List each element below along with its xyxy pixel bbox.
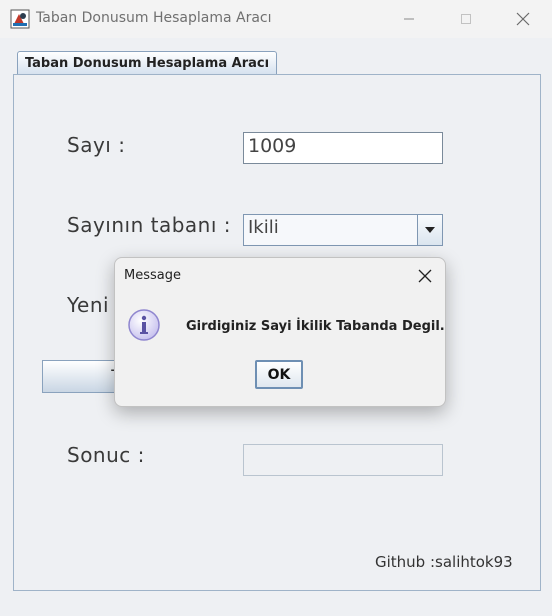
github-credit: Github :salihtok93 (375, 553, 513, 571)
number-input[interactable]: 1009 (243, 132, 443, 164)
tab-converter[interactable]: Taban Donusum Hesaplama Aracı (17, 51, 277, 74)
maximize-button[interactable] (443, 0, 489, 38)
ok-button[interactable]: OK (255, 360, 303, 389)
chevron-down-icon (425, 227, 435, 233)
close-icon (418, 269, 432, 283)
window-title: Taban Donusum Hesaplama Aracı (36, 10, 272, 26)
window-close-button[interactable] (500, 0, 546, 38)
title-bar[interactable]: Taban Donusum Hesaplama Aracı (0, 0, 552, 38)
close-icon (516, 12, 530, 26)
base-label: Sayının tabanı : (67, 213, 231, 237)
dialog-message: Girdiginiz Sayi İkilik Tabanda Degil. (186, 319, 445, 334)
base-select-value: Ikili (248, 217, 279, 238)
base-select[interactable]: Ikili (243, 214, 443, 246)
dialog-title: Message (124, 268, 181, 283)
ok-button-label: OK (267, 366, 291, 383)
dialog-close-button[interactable] (413, 264, 437, 288)
info-icon (127, 308, 161, 342)
new-base-label: Yeni (67, 293, 110, 317)
maximize-icon (461, 14, 471, 24)
combo-arrow-button[interactable] (417, 215, 442, 245)
result-output (243, 444, 443, 476)
tab-strip: Taban Donusum Hesaplama Aracı (0, 38, 552, 78)
minimize-icon (404, 18, 414, 20)
minimize-button[interactable] (386, 0, 432, 38)
message-dialog: Message Girdiginiz Sayi İkilik Tabanda D… (114, 257, 446, 407)
number-label: Sayı : (67, 133, 126, 157)
result-label: Sonuc : (67, 443, 145, 467)
java-app-icon (10, 9, 30, 29)
app-window: Taban Donusum Hesaplama Aracı Taban Donu… (0, 0, 552, 616)
